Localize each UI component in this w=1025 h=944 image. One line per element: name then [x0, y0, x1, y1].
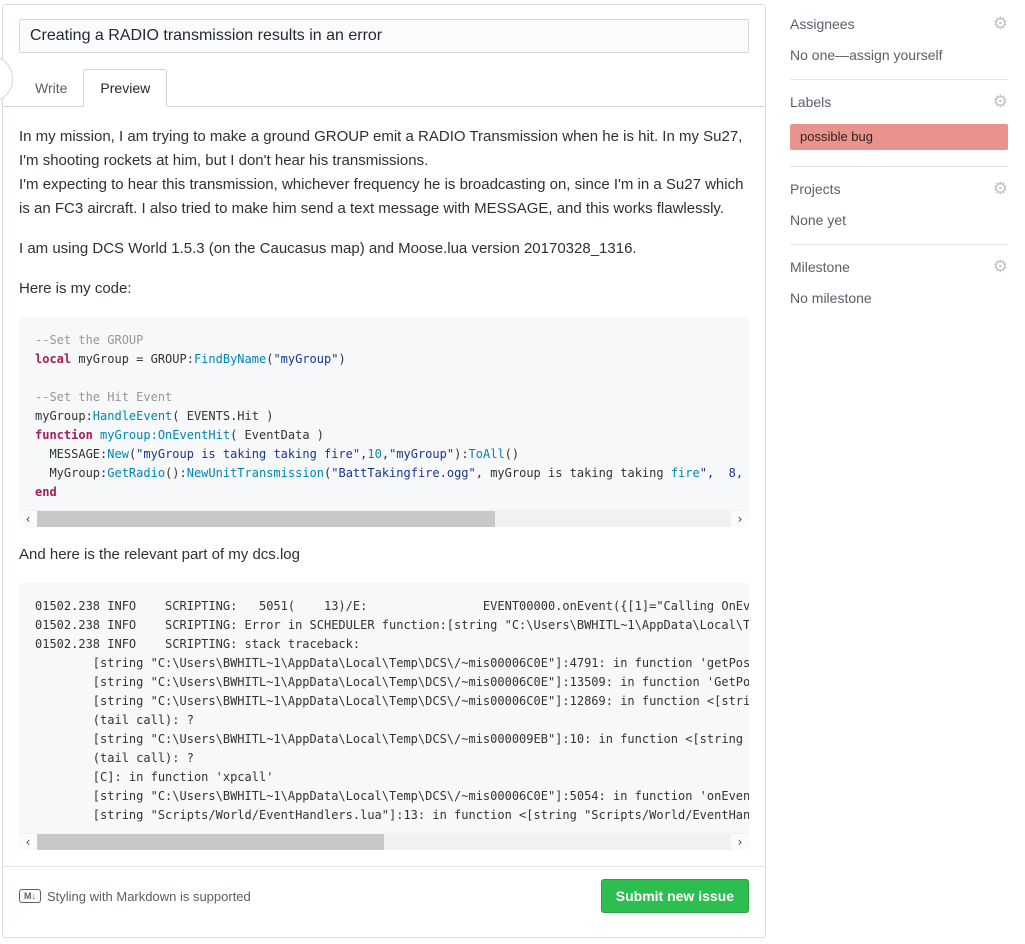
scroll-left-icon[interactable]: ‹	[19, 835, 37, 850]
projects-title: Projects	[790, 181, 841, 197]
code-lines: --Set the GROUPlocal myGroup = GROUP:Fin…	[19, 317, 749, 510]
label-pill[interactable]: possible bug	[790, 124, 1008, 150]
form-footer: M↓ Styling with Markdown is supported Su…	[3, 866, 765, 925]
editor-tabs: Write Preview	[3, 69, 765, 107]
labels-section: Labels ⚙ possible bug	[790, 80, 1008, 167]
scrollbar-thumb[interactable]	[37, 511, 495, 527]
assignees-title: Assignees	[790, 16, 855, 32]
preview-paragraph-2: I am using DCS World 1.5.3 (on the Cauca…	[19, 237, 749, 261]
milestone-title: Milestone	[790, 259, 850, 275]
gear-icon[interactable]: ⚙	[993, 16, 1008, 32]
scrollbar-track[interactable]	[37, 511, 731, 527]
log-block: 01502.238 INFO SCRIPTING: 5051( 13)/E: E…	[19, 583, 749, 850]
scrollbar-thumb[interactable]	[37, 834, 384, 850]
assignees-section: Assignees ⚙ No one—assign yourself	[790, 6, 1008, 80]
gear-icon[interactable]: ⚙	[993, 94, 1008, 110]
submit-new-issue-button[interactable]: Submit new issue	[601, 879, 749, 913]
markdown-note: M↓ Styling with Markdown is supported	[19, 889, 251, 904]
code-block: --Set the GROUPlocal myGroup = GROUP:Fin…	[19, 317, 749, 527]
code-horizontal-scrollbar: ‹ ›	[19, 510, 749, 527]
markdown-icon: M↓	[19, 889, 41, 903]
projects-section: Projects ⚙ None yet	[790, 167, 1008, 245]
preview-paragraph-4: And here is the relevant part of my dcs.…	[19, 543, 749, 567]
title-row	[3, 5, 765, 53]
scroll-right-icon[interactable]: ›	[731, 512, 749, 527]
tab-write[interactable]: Write	[19, 70, 83, 106]
scrollbar-track[interactable]	[37, 834, 731, 850]
scroll-left-icon[interactable]: ‹	[19, 512, 37, 527]
milestone-section: Milestone ⚙ No milestone	[790, 245, 1008, 322]
preview-paragraph-1: In my mission, I am trying to make a gro…	[19, 125, 749, 221]
preview-paragraph-3: Here is my code:	[19, 277, 749, 301]
issue-sidebar: Assignees ⚙ No one—assign yourself Label…	[790, 6, 1008, 322]
milestone-value: No milestone	[790, 290, 1008, 306]
issue-title-input[interactable]	[19, 19, 749, 53]
scroll-right-icon[interactable]: ›	[731, 835, 749, 850]
labels-title: Labels	[790, 94, 831, 110]
tab-preview[interactable]: Preview	[83, 69, 167, 107]
preview-pane: In my mission, I am trying to make a gro…	[3, 107, 765, 850]
log-lines: 01502.238 INFO SCRIPTING: 5051( 13)/E: E…	[19, 583, 749, 833]
assignees-value[interactable]: No one—assign yourself	[790, 47, 1008, 63]
gear-icon[interactable]: ⚙	[993, 259, 1008, 275]
projects-value: None yet	[790, 212, 1008, 228]
markdown-note-text: Styling with Markdown is supported	[47, 889, 251, 904]
new-issue-form: Write Preview In my mission, I am trying…	[2, 4, 766, 938]
log-horizontal-scrollbar: ‹ ›	[19, 833, 749, 850]
gear-icon[interactable]: ⚙	[993, 181, 1008, 197]
